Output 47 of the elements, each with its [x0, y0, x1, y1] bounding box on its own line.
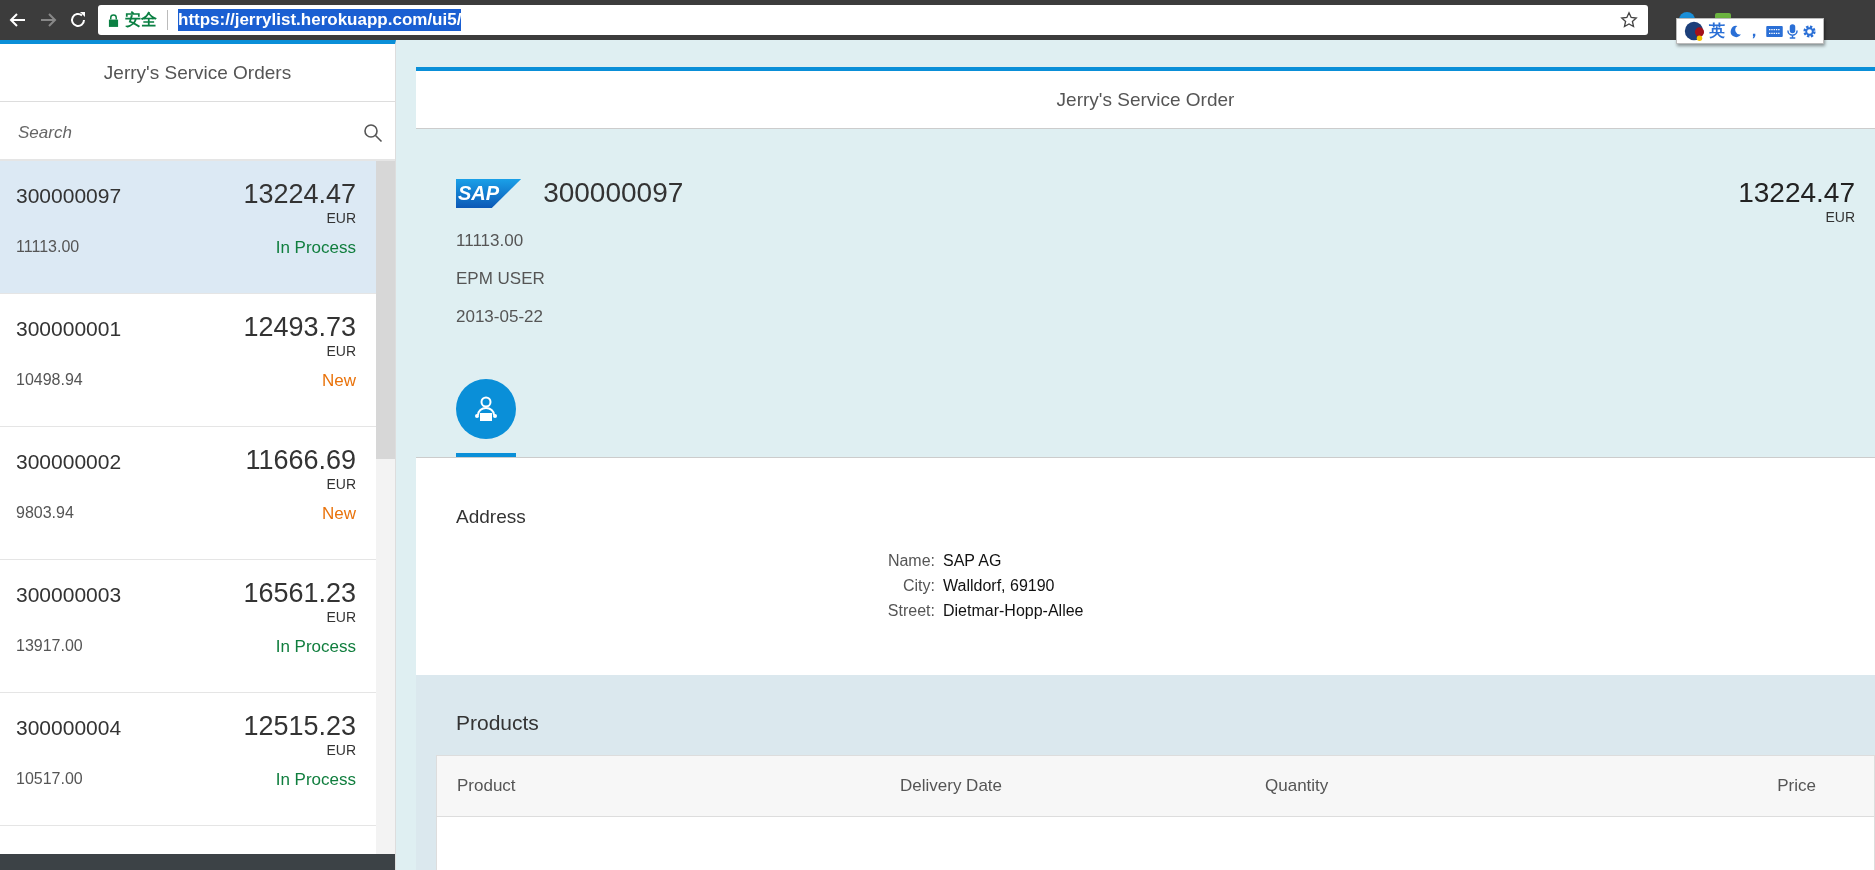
- master-title: Jerry's Service Orders: [103, 61, 292, 84]
- object-amount: 13224.47: [1738, 177, 1855, 209]
- column-header: Delivery Date: [900, 776, 1004, 796]
- order-number: 300000097: [16, 184, 122, 208]
- order-number: 300000001: [16, 317, 122, 341]
- field-label: City:: [902, 577, 935, 595]
- section-title: Address: [456, 506, 527, 528]
- net-amount: 10517.00: [16, 770, 83, 789]
- order-amount: 16561.23: [243, 578, 356, 609]
- currency-label: EUR: [325, 609, 356, 625]
- company-logo: SAP: [456, 179, 522, 208]
- net-amount: 9803.94: [16, 504, 74, 523]
- field-label: Street:: [886, 602, 935, 620]
- order-amount: 12515.23: [243, 711, 356, 742]
- status-text: In Process: [275, 770, 356, 790]
- object-attribute: 2013-05-22: [456, 307, 544, 327]
- status-text: New: [322, 504, 356, 524]
- security-label: 安全: [125, 9, 157, 30]
- column-header: Quantity: [1265, 776, 1330, 796]
- currency-label: EUR: [325, 343, 356, 359]
- net-amount: 11113.00: [16, 238, 80, 257]
- order-amount: 13224.47: [243, 179, 356, 210]
- detail-title: Jerry's Service Order: [1056, 88, 1235, 111]
- field-value: SAP AG: [943, 552, 1003, 570]
- section-title: Products: [455, 711, 540, 735]
- object-attribute: EPM USER: [456, 269, 546, 289]
- net-amount: 13917.00: [16, 637, 83, 656]
- status-text: New: [322, 371, 356, 391]
- status-text: In Process: [275, 637, 356, 657]
- object-attribute: 11113.00: [456, 231, 525, 251]
- order-number: 300000002: [16, 450, 122, 474]
- currency-label: EUR: [1825, 209, 1855, 225]
- column-header: Price: [1776, 776, 1816, 796]
- field-value: Walldorf, 69190: [943, 577, 1056, 595]
- field-value: Dietmar-Hopp-Allee: [943, 602, 1085, 620]
- currency-label: EUR: [325, 210, 356, 226]
- field-label: Name:: [886, 552, 935, 570]
- order-number: 300000004: [16, 716, 122, 740]
- net-amount: 10498.94: [16, 371, 83, 390]
- order-amount: 11666.69: [245, 445, 356, 476]
- order-number: 300000003: [16, 583, 122, 607]
- currency-label: EUR: [325, 742, 356, 758]
- currency-label: EUR: [325, 476, 356, 492]
- object-title: 300000097: [543, 177, 684, 209]
- column-header: Product: [457, 776, 517, 796]
- order-amount: 12493.73: [243, 312, 356, 343]
- status-text: In Process: [275, 238, 356, 258]
